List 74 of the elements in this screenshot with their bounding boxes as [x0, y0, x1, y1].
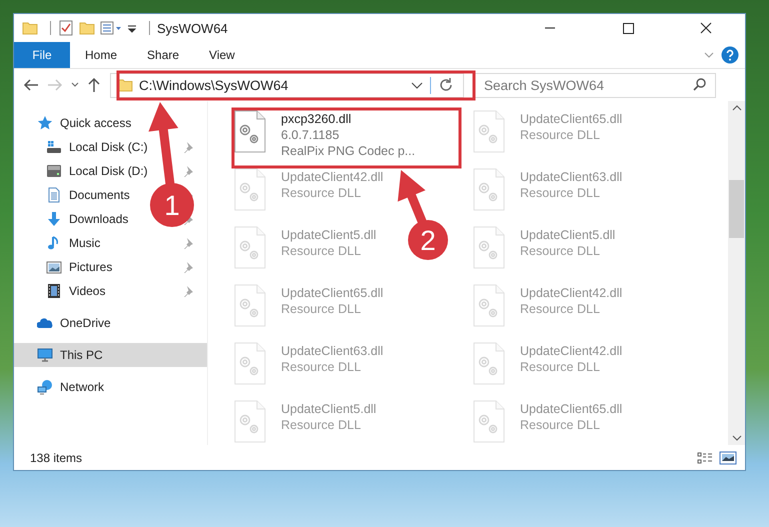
- nav-item[interactable]: This PC: [60, 348, 103, 362]
- file-name: UpdateClient5.dll: [281, 228, 376, 242]
- address-bar[interactable]: C:\Windows\SysWOW64: [110, 72, 464, 98]
- nav-item[interactable]: Local Disk (C:): [69, 140, 148, 154]
- file-detail: Resource DLL: [520, 128, 601, 142]
- back-arrow-icon[interactable]: [22, 77, 40, 93]
- search-field[interactable]: Search SysWOW64: [474, 72, 716, 98]
- file-name: UpdateClient65.dll: [281, 286, 384, 300]
- file-detail: Resource DLL: [281, 244, 362, 258]
- step-badge: 2: [408, 220, 448, 260]
- monitor-icon: [37, 347, 53, 363]
- nav-item[interactable]: Documents: [69, 188, 130, 202]
- document-icon: [46, 187, 62, 203]
- help-icon[interactable]: [721, 46, 739, 64]
- file-detail: Resource DLL: [281, 360, 362, 374]
- drive-icon: [46, 163, 62, 179]
- ribbon-tab[interactable]: View: [194, 42, 250, 68]
- folder-icon[interactable]: [79, 20, 95, 36]
- file-detail: Resource DLL: [281, 418, 362, 432]
- folder-icon[interactable]: [22, 20, 38, 36]
- pin-icon[interactable]: [182, 285, 194, 297]
- scrollbar[interactable]: [728, 101, 745, 445]
- address-path: C:\Windows\SysWOW64: [139, 78, 290, 92]
- nav-item[interactable]: Quick access: [60, 116, 132, 130]
- picture-icon: [46, 259, 62, 275]
- file-detail: Resource DLL: [281, 186, 362, 200]
- ribbon-tab[interactable]: Home: [70, 42, 132, 68]
- pin-icon[interactable]: [182, 237, 194, 249]
- forward-arrow-icon[interactable]: [46, 77, 64, 93]
- nav-item[interactable]: Local Disk (D:): [69, 164, 148, 178]
- ribbon-tab[interactable]: Share: [132, 42, 194, 68]
- file-detail: Resource DLL: [520, 302, 601, 316]
- file-name: UpdateClient65.dll: [520, 112, 622, 126]
- file-detail: Resource DLL: [520, 418, 601, 432]
- nav-item[interactable]: OneDrive: [60, 316, 111, 330]
- large-icons-view-icon[interactable]: [719, 450, 737, 464]
- file-detail: Resource DLL: [520, 244, 601, 258]
- drive-icon: [46, 139, 62, 155]
- file-name: UpdateClient42.dll: [520, 286, 622, 300]
- step-badge: 1: [150, 183, 194, 227]
- file-detail: RealPix PNG Codec p...: [281, 144, 416, 158]
- file-name: UpdateClient5.dll: [281, 402, 376, 416]
- details-view-icon[interactable]: [697, 450, 713, 464]
- nav-item[interactable]: Pictures: [69, 260, 112, 274]
- file-detail: Resource DLL: [520, 360, 601, 374]
- file-detail: Resource DLL: [520, 186, 601, 200]
- up-arrow-icon[interactable]: [86, 77, 102, 93]
- file-menu-button[interactable]: File: [14, 42, 70, 68]
- film-icon: [46, 283, 62, 299]
- down-arrow-icon: [46, 211, 62, 227]
- file-detail: 6.0.7.1185: [281, 128, 340, 142]
- network-icon: [37, 379, 53, 395]
- file-name: pxcp3260.dll: [281, 112, 352, 126]
- nav-item[interactable]: Network: [60, 380, 104, 394]
- pin-icon[interactable]: [182, 261, 194, 273]
- file-name: UpdateClient65.dll: [520, 402, 622, 416]
- properties-icon[interactable]: [100, 20, 122, 36]
- scrollbar-thumb[interactable]: [729, 180, 744, 238]
- file-detail: Resource DLL: [281, 302, 362, 316]
- file-name: UpdateClient42.dll: [520, 344, 622, 358]
- nav-item[interactable]: Videos: [69, 284, 106, 298]
- nav-item[interactable]: Downloads: [69, 212, 128, 226]
- nav-item[interactable]: Music: [69, 236, 100, 250]
- window-title: SysWOW64: [157, 20, 229, 36]
- star-icon: [37, 115, 53, 131]
- file-name: UpdateClient63.dll: [520, 170, 622, 184]
- file-name: UpdateClient42.dll: [281, 170, 384, 184]
- dll-file-icon[interactable]: [234, 110, 267, 154]
- item-count: 138 items: [30, 450, 84, 464]
- checklist-icon[interactable]: [58, 20, 74, 36]
- pin-icon[interactable]: [182, 141, 194, 153]
- file-name: UpdateClient5.dll: [520, 228, 616, 242]
- file-name: UpdateClient63.dll: [281, 344, 384, 358]
- pin-icon[interactable]: [182, 165, 194, 177]
